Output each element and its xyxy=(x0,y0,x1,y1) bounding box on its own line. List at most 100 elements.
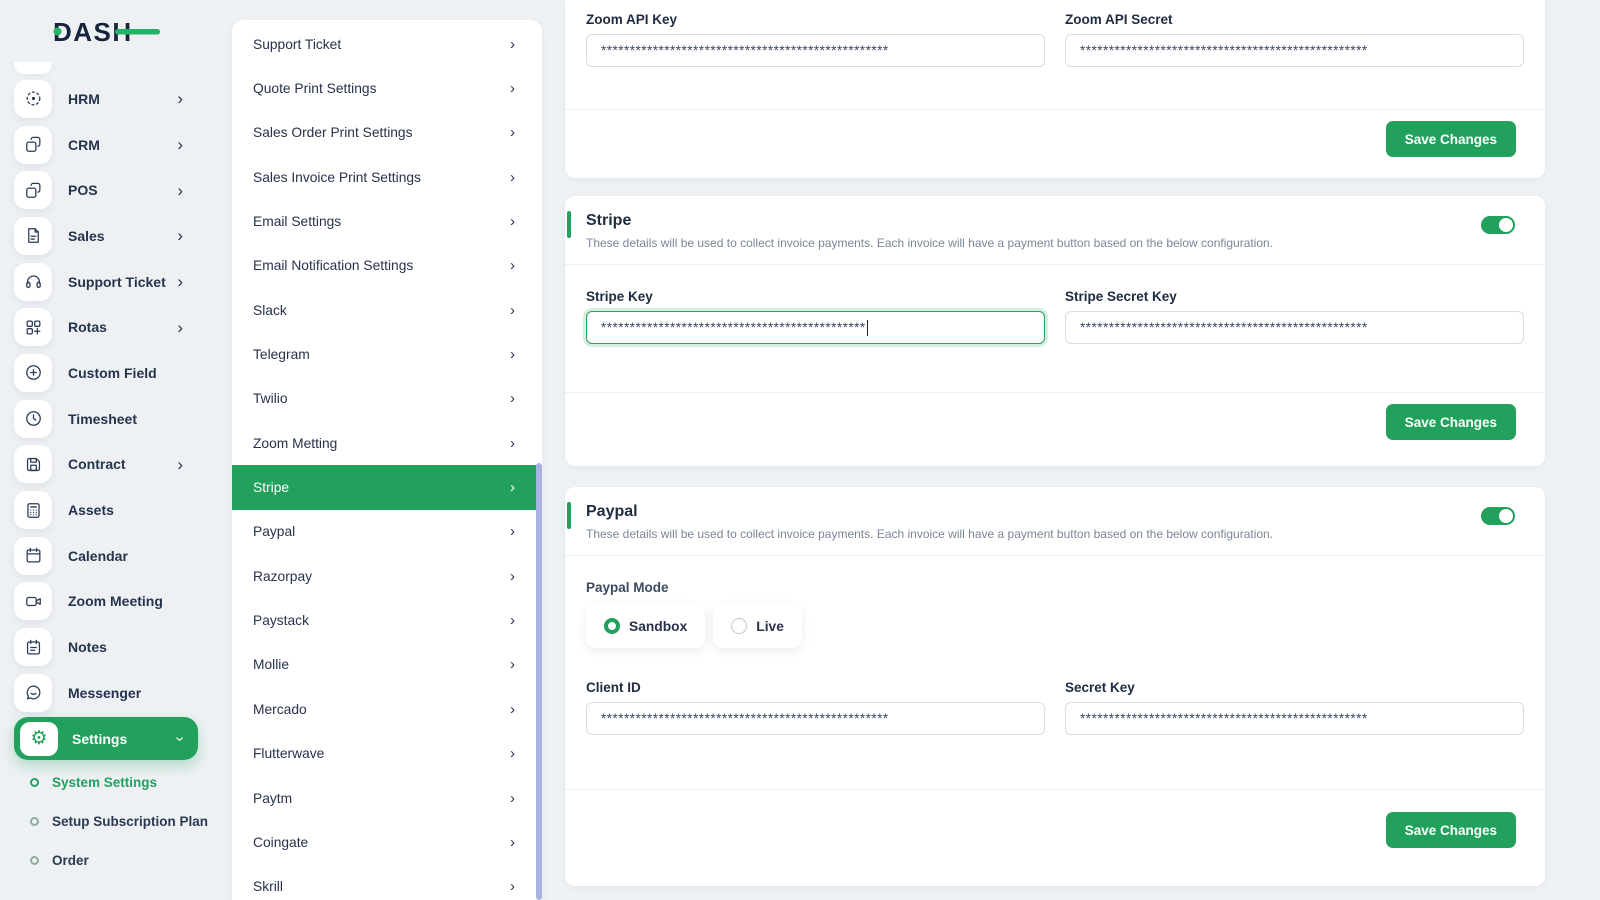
save-changes-button[interactable]: Save Changes xyxy=(1385,812,1516,848)
pos-icon xyxy=(14,171,52,210)
menu-item-label: Skrill xyxy=(253,879,283,895)
masked-value: ****************************************… xyxy=(1080,711,1368,726)
menu-item-label: Razorpay xyxy=(253,568,313,584)
menu-item-label: Telegram xyxy=(253,347,310,363)
bullet-icon xyxy=(30,817,39,826)
sidebar-item-hrm[interactable]: HRM › xyxy=(0,76,215,122)
zoom-api-secret-field: Zoom API Secret ************************… xyxy=(1065,12,1524,67)
paypal-client-id-input[interactable]: ****************************************… xyxy=(586,702,1045,735)
paypal-secret-key-input[interactable]: ****************************************… xyxy=(1065,702,1524,735)
zoom-meeting-icon xyxy=(14,582,52,621)
settings-menu-item-mercado[interactable]: Mercado › xyxy=(232,687,542,731)
settings-menu-item-email-notification-settings[interactable]: Email Notification Settings › xyxy=(232,244,542,288)
masked-value: ****************************************… xyxy=(601,320,866,335)
text-cursor xyxy=(866,319,868,336)
sidebar-item-custom-field[interactable]: Custom Field xyxy=(0,350,215,396)
paypal-mode-live[interactable]: Live xyxy=(713,604,802,648)
chevron-right-icon: › xyxy=(510,479,515,497)
radio-checked-icon xyxy=(604,618,620,634)
chevron-right-icon: › xyxy=(177,89,183,109)
chevron-right-icon: › xyxy=(510,124,515,142)
paypal-enabled-toggle[interactable] xyxy=(1481,507,1515,525)
toggle-knob xyxy=(1499,218,1513,232)
sidebar-item-settings[interactable]: ⚙ Settings › xyxy=(14,717,198,760)
zoom-settings-card: Zoom API Key ***************************… xyxy=(565,0,1545,178)
settings-menu-item-quote-print-settings[interactable]: Quote Print Settings › xyxy=(232,66,542,110)
settings-menu-scrollbar[interactable] xyxy=(536,463,542,900)
settings-menu-item-telegram[interactable]: Telegram › xyxy=(232,332,542,376)
settings-menu-item-paypal[interactable]: Paypal › xyxy=(232,510,542,554)
bullet-icon xyxy=(30,856,39,865)
paypal-mode-sandbox[interactable]: Sandbox xyxy=(586,604,706,648)
paypal-mode-group: Sandbox Live xyxy=(586,604,1524,648)
menu-item-label: Slack xyxy=(253,302,287,318)
menu-item-label: Email Settings xyxy=(253,214,342,230)
menu-item-label: Paystack xyxy=(253,613,309,629)
field-label: Stripe Key xyxy=(586,289,653,304)
settings-menu-item-mollie[interactable]: Mollie › xyxy=(232,643,542,687)
stripe-enabled-toggle[interactable] xyxy=(1481,216,1515,234)
section-description: These details will be used to collect in… xyxy=(586,236,1274,250)
sidebar-nav: HRM › CRM › POS › Sales › Support Ticket › Rotas › C… xyxy=(0,76,215,716)
settings-menu-item-razorpay[interactable]: Razorpay › xyxy=(232,554,542,598)
sidebar-item-contract[interactable]: Contract › xyxy=(0,442,215,488)
chevron-right-icon: › xyxy=(510,789,515,807)
sidebar-item-pos[interactable]: POS › xyxy=(0,167,215,213)
settings-menu-item-paytm[interactable]: Paytm › xyxy=(232,776,542,820)
sidebar-item-zoom-meeting[interactable]: Zoom Meeting xyxy=(0,579,215,625)
radio-unchecked-icon xyxy=(731,618,748,634)
sidebar-item-assets[interactable]: Assets xyxy=(0,487,215,533)
sidebar-item-crm[interactable]: CRM › xyxy=(0,122,215,168)
crm-icon xyxy=(14,125,52,164)
sidebar-item-label: Messenger xyxy=(68,684,142,701)
sidebar-item-notes[interactable]: Notes xyxy=(0,624,215,670)
chevron-right-icon: › xyxy=(510,80,515,98)
masked-value: ****************************************… xyxy=(1080,43,1368,58)
settings-menu-item-flutterwave[interactable]: Flutterwave › xyxy=(232,732,542,776)
sidebar-subitem-setup-subscription-plan[interactable]: Setup Subscription Plan xyxy=(0,802,215,841)
chevron-right-icon: › xyxy=(510,612,515,630)
settings-menu-item-twilio[interactable]: Twilio › xyxy=(232,377,542,421)
menu-item-label: Paytm xyxy=(253,790,293,806)
sidebar-subitem-order[interactable]: Order xyxy=(0,841,215,880)
chevron-right-icon: › xyxy=(510,301,515,319)
settings-menu-item-email-settings[interactable]: Email Settings › xyxy=(232,199,542,243)
field-label: Secret Key xyxy=(1065,680,1135,695)
settings-menu-item-stripe[interactable]: Stripe › xyxy=(232,465,542,510)
sidebar-item-rotas[interactable]: Rotas › xyxy=(0,304,215,350)
zoom-api-secret-input[interactable]: ****************************************… xyxy=(1065,34,1524,67)
settings-menu-item-support-ticket[interactable]: Support Ticket › xyxy=(232,22,542,66)
field-label: Stripe Secret Key xyxy=(1065,289,1177,304)
section-accent-bar xyxy=(567,502,571,529)
menu-item-label: Stripe xyxy=(253,480,290,496)
paypal-client-id-field: Client ID ******************************… xyxy=(586,680,1045,735)
chevron-right-icon: › xyxy=(510,390,515,408)
chevron-right-icon: › xyxy=(510,35,515,53)
sidebar-item-timesheet[interactable]: Timesheet xyxy=(0,396,215,442)
chevron-right-icon: › xyxy=(177,272,183,292)
sidebar-item-messenger[interactable]: Messenger xyxy=(0,670,215,716)
settings-menu-item-coingate[interactable]: Coingate › xyxy=(232,820,542,864)
stripe-key-input[interactable]: ****************************************… xyxy=(586,311,1045,344)
sidebar-item-calendar[interactable]: Calendar xyxy=(0,533,215,579)
zoom-api-key-input[interactable]: ****************************************… xyxy=(586,34,1045,67)
menu-item-label: Support Ticket xyxy=(253,36,342,52)
sidebar-item-sales[interactable]: Sales › xyxy=(0,213,215,259)
settings-menu-item-zoom-metting[interactable]: Zoom Metting › xyxy=(232,421,542,465)
timesheet-icon xyxy=(14,399,52,438)
settings-menu-item-sales-order-print-settings[interactable]: Sales Order Print Settings › xyxy=(232,111,542,155)
save-changes-button[interactable]: Save Changes xyxy=(1385,404,1516,440)
settings-menu-item-paystack[interactable]: Paystack › xyxy=(232,598,542,642)
chevron-right-icon: › xyxy=(177,454,183,474)
save-changes-button[interactable]: Save Changes xyxy=(1385,121,1516,157)
settings-menu-item-sales-invoice-print-settings[interactable]: Sales Invoice Print Settings › xyxy=(232,155,542,199)
menu-item-label: Sales Invoice Print Settings xyxy=(253,169,421,185)
subitem-label: Setup Subscription Plan xyxy=(52,814,209,829)
settings-menu-item-slack[interactable]: Slack › xyxy=(232,288,542,332)
sidebar-item-support-ticket[interactable]: Support Ticket › xyxy=(0,259,215,305)
sidebar-subitem-system-settings[interactable]: System Settings xyxy=(0,763,215,802)
sidebar-item-label: Notes xyxy=(68,639,107,656)
settings-menu-item-skrill[interactable]: Skrill › xyxy=(232,865,542,900)
stripe-secret-key-field: Stripe Secret Key **********************… xyxy=(1065,289,1524,344)
stripe-secret-key-input[interactable]: ****************************************… xyxy=(1065,311,1524,344)
